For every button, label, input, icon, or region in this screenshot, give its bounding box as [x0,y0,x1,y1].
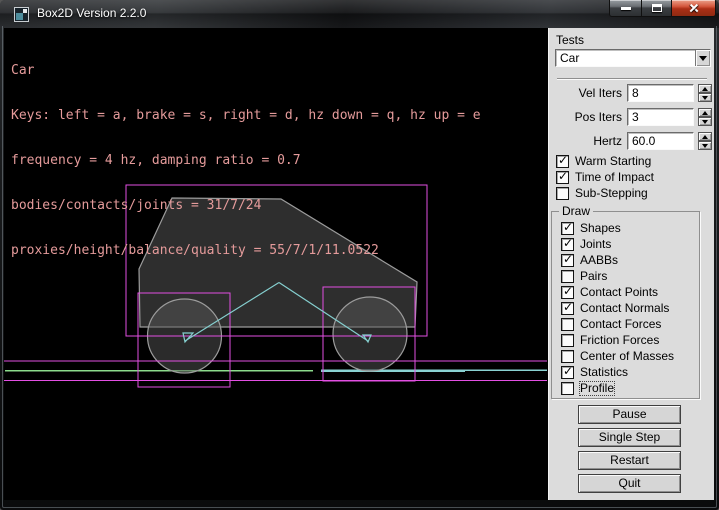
pos-iters-input[interactable]: 3 [627,108,694,126]
checkbox-label: Center of Masses [580,350,674,363]
checkbox-icon: ✓ [556,155,569,168]
vel-iters-input[interactable]: 8 [627,84,694,102]
quit-button[interactable]: Quit [578,474,681,493]
window-title: Box2D Version 2.2.0 [37,6,146,20]
close-icon [688,2,700,14]
spinner-down-button[interactable] [698,141,712,150]
hertz-input[interactable]: 60.0 [627,132,694,150]
draw-group-title: Draw [559,205,593,218]
checkbox-icon: ✓ [561,318,574,331]
tests-label: Tests [556,33,584,47]
car-wheel-right [333,297,407,371]
draw-group-box: Draw ✓ Shapes ✓ Joints ✓ AABBs ✓ Pairs ✓… [551,211,700,399]
spinner-down-button[interactable] [698,117,712,126]
arrow-up-icon [702,135,708,139]
checkbox-icon: ✓ [561,254,574,267]
checkbox-icon: ✓ [561,334,574,347]
checkmark-icon: ✓ [563,300,573,314]
checkbox-label: Statistics [580,366,628,379]
app-icon-dot [23,9,27,13]
pos-iters-row: Pos Iters 3 [548,108,714,126]
checkbox-label: Contact Forces [580,318,661,331]
hertz-label: Hertz [548,132,622,150]
checkbox-icon: ✓ [561,270,574,283]
single-step-button[interactable]: Single Step [578,428,681,447]
checkmark-icon: ✓ [563,364,573,378]
checkmark-icon: ✓ [558,169,568,183]
hud-text: Car Keys: left = a, brake = s, right = d… [11,33,481,288]
control-panel: Tests Car Vel Iters 8 Pos Iters 3 Hertz [548,28,714,500]
vel-iters-value: 8 [632,86,639,100]
checkmark-icon: ✓ [563,220,573,234]
spinner-up-button[interactable] [698,108,712,117]
checkbox-icon: ✓ [561,238,574,251]
checkbox-label: AABBs [580,254,618,267]
restart-button[interactable]: Restart [578,451,681,470]
checkbox-icon: ✓ [561,222,574,235]
hud-line-title: Car [11,63,481,78]
checkbox-icon: ✓ [561,302,574,315]
chevron-down-icon [699,56,707,61]
hud-line-bodies: bodies/contacts/joints = 31/7/24 [11,198,481,213]
minimize-button[interactable] [609,0,641,17]
pause-button[interactable]: Pause [578,405,681,424]
vel-iters-row: Vel Iters 8 [548,84,714,102]
arrow-down-icon [702,144,708,148]
hertz-spinner [698,132,712,150]
checkmark-icon: ✓ [563,284,573,298]
hertz-row: Hertz 60.0 [548,132,714,150]
caption-buttons [609,0,716,17]
checkbox-label: Friction Forces [580,334,659,347]
simulation-canvas[interactable]: Car Keys: left = a, brake = s, right = d… [4,28,548,500]
checkbox-label: Sub-Stepping [575,187,648,200]
checkbox-icon: ✓ [561,366,574,379]
checkbox-icon: ✓ [561,382,574,395]
hud-line-keys: Keys: left = a, brake = s, right = d, hz… [11,108,481,123]
close-button[interactable] [672,0,716,17]
arrow-up-icon [702,111,708,115]
arrow-down-icon [702,120,708,124]
checkbox-icon: ✓ [556,171,569,184]
pos-iters-spinner [698,108,712,126]
spinner-down-button[interactable] [698,93,712,102]
checkmark-icon: ✓ [563,252,573,266]
pos-iters-value: 3 [632,110,639,124]
arrow-down-icon [702,96,708,100]
maximize-button[interactable] [641,0,672,17]
hud-line-proxies: proxies/height/balance/quality = 55/7/1/… [11,243,481,258]
maximize-icon [652,4,662,12]
checkbox-icon: ✓ [561,350,574,363]
checkbox-label: Contact Normals [580,302,669,315]
app-icon-teal-square [16,13,23,20]
pos-iters-label: Pos Iters [548,108,622,126]
hud-line-frequency: frequency = 4 hz, damping ratio = 0.7 [11,153,481,168]
checkbox-label: Warm Starting [575,155,651,168]
vel-iters-spinner [698,84,712,102]
vel-iters-label: Vel Iters [548,84,622,102]
tests-dropdown-value: Car [560,51,579,65]
checkbox-icon: ✓ [561,286,574,299]
title-bar[interactable]: Box2D Version 2.2.0 [0,0,719,28]
app-icon [14,7,29,22]
arrow-up-icon [702,87,708,91]
checkbox-label: Joints [580,238,611,251]
spinner-up-button[interactable] [698,84,712,93]
tests-dropdown[interactable]: Car [555,49,711,67]
separator-line [557,78,707,80]
checkbox-label: Shapes [580,222,621,235]
checkbox-icon: ✓ [556,187,569,200]
minimize-icon [621,7,631,10]
spinner-up-button[interactable] [698,132,712,141]
dropdown-arrow-button[interactable] [695,50,710,66]
checkbox-label: Contact Points [580,286,658,299]
checkbox-label: Profile [580,382,614,395]
hertz-value: 60.0 [632,134,655,148]
checkbox-label: Pairs [580,270,607,283]
app-window: Box2D Version 2.2.0 [0,0,719,510]
checkmark-icon: ✓ [563,236,573,250]
checkbox-label: Time of Impact [575,171,654,184]
checkmark-icon: ✓ [558,153,568,167]
